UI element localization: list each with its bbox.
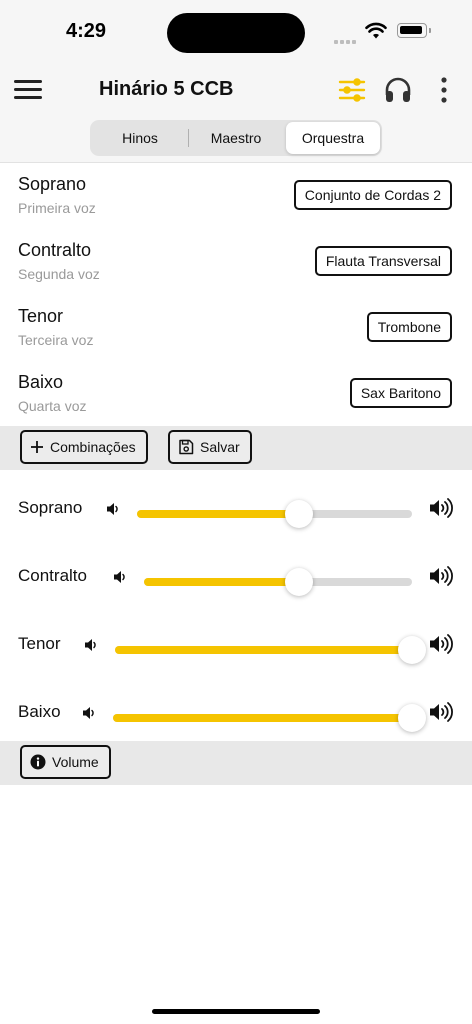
home-indicator — [152, 1009, 320, 1014]
volume-high-icon — [430, 566, 453, 586]
save-label: Salvar — [200, 439, 240, 455]
volume-low-icon — [85, 639, 96, 651]
volume-slider-fill — [137, 510, 300, 518]
app-title: Hinário 5 CCB — [99, 78, 234, 100]
volume-slider-thumb[interactable] — [285, 568, 314, 596]
save-button[interactable]: Salvar — [168, 430, 252, 464]
volume-high-icon — [430, 702, 453, 722]
volume-slider-tenor[interactable] — [115, 636, 426, 664]
volume-low-icon — [107, 503, 118, 515]
voice-subtitle: Quarta voz — [18, 398, 87, 414]
volume-label: Contralto — [18, 566, 87, 585]
section-tabs: Hinos Maestro Orquestra — [90, 120, 382, 156]
voice-row-soprano: Soprano Primeira voz Conjunto de Cordas … — [0, 164, 472, 230]
voice-name: Soprano — [18, 174, 87, 194]
voice-row-baixo: Baixo Quarta voz Sax Baritono — [0, 362, 472, 428]
tab-hinos[interactable]: Hinos — [92, 122, 188, 154]
save-icon — [179, 440, 194, 455]
instrument-button-contralto[interactable]: Flauta Transversal — [314, 246, 452, 276]
volume-label: Soprano — [18, 498, 83, 517]
volume-high-icon — [430, 498, 453, 518]
status-bar: 4:29 — [0, 0, 472, 62]
voice-row-tenor: Tenor Terceira voz Trombone — [0, 296, 472, 362]
volume-toolbar: Volume — [0, 741, 472, 785]
volume-row-contralto: Contralto — [0, 548, 472, 616]
volume-slider-baixo[interactable] — [113, 704, 426, 732]
voice-row-contralto: Contralto Segunda voz Flauta Transversal — [0, 230, 472, 296]
status-time: 4:29 — [66, 20, 107, 42]
volume-slider-fill — [144, 578, 300, 586]
volume-slider-thumb[interactable] — [398, 704, 426, 732]
volume-slider-fill — [113, 714, 412, 722]
voice-subtitle: Primeira voz — [18, 200, 96, 216]
volume-high-icon — [430, 634, 453, 654]
volume-button-label: Volume — [52, 754, 99, 770]
volume-slider-soprano[interactable] — [137, 500, 412, 528]
volume-slider-thumb[interactable] — [398, 636, 426, 664]
volume-slider-fill — [115, 646, 412, 654]
volume-slider-contralto[interactable] — [144, 568, 412, 596]
mixer-settings-icon[interactable] — [337, 76, 367, 104]
dynamic-island — [167, 13, 305, 53]
volume-low-icon — [114, 571, 125, 583]
volume-slider-thumb[interactable] — [285, 500, 314, 528]
wifi-icon — [365, 22, 387, 39]
app-bar: Hinário 5 CCB Hinos Maestro Orquestra — [0, 62, 472, 163]
cellular-signal-icon — [334, 31, 358, 49]
info-icon — [30, 754, 46, 770]
voice-name: Baixo — [18, 372, 64, 392]
voice-name: Tenor — [18, 306, 64, 326]
battery-icon — [397, 23, 431, 38]
headphones-icon[interactable] — [383, 76, 413, 104]
instrument-button-baixo[interactable]: Sax Baritono — [349, 378, 452, 408]
more-options-icon[interactable] — [434, 76, 454, 104]
instrument-button-soprano[interactable]: Conjunto de Cordas 2 — [293, 180, 452, 210]
volume-low-icon — [83, 707, 94, 719]
voice-name: Contralto — [18, 240, 92, 260]
menu-button[interactable] — [14, 80, 42, 100]
volume-row-soprano: Soprano — [0, 480, 472, 548]
instrument-button-tenor[interactable]: Trombone — [366, 312, 452, 342]
tab-orquestra[interactable]: Orquestra — [286, 122, 380, 154]
combinations-label: Combinações — [50, 439, 136, 455]
plus-icon — [31, 441, 43, 454]
volume-row-tenor: Tenor — [0, 616, 472, 684]
combinations-button[interactable]: Combinações — [20, 430, 148, 464]
volume-info-button[interactable]: Volume — [20, 745, 111, 779]
volume-label: Tenor — [18, 634, 61, 653]
voice-subtitle: Segunda voz — [18, 266, 100, 282]
combinations-toolbar: Combinações Salvar — [0, 426, 472, 470]
volume-label: Baixo — [18, 702, 61, 721]
tab-maestro[interactable]: Maestro — [188, 122, 284, 154]
voice-subtitle: Terceira voz — [18, 332, 94, 348]
